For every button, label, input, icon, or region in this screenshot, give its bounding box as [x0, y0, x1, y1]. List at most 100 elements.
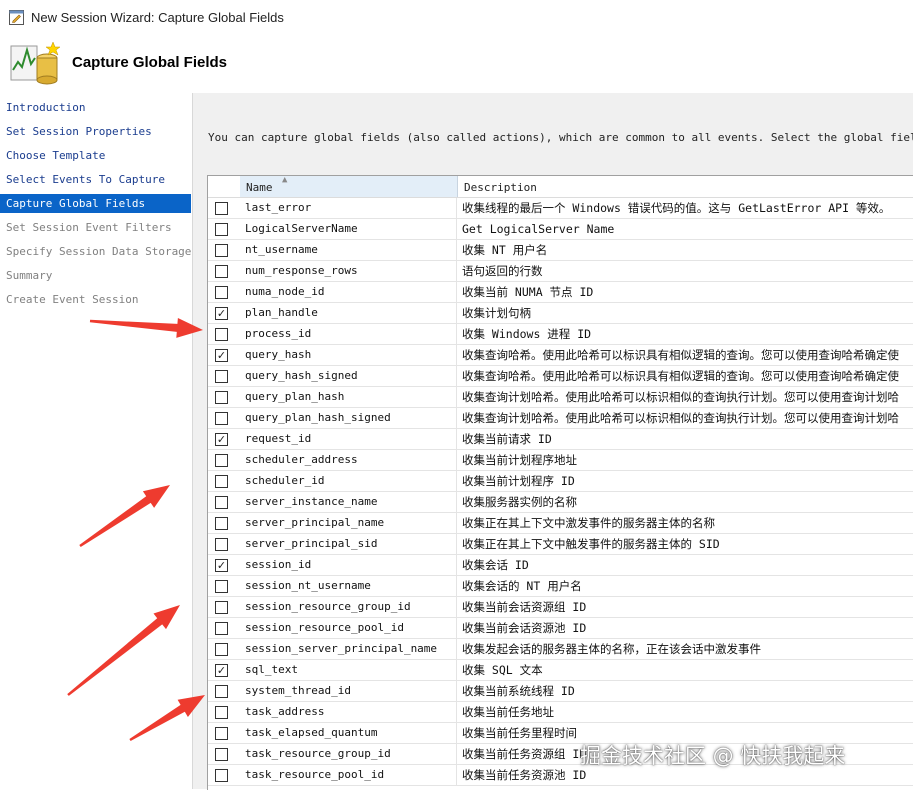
field-description-cell: 收集服务器实例的名称	[462, 495, 577, 509]
page-heading: Capture Global Fields	[72, 54, 228, 71]
row-checkbox[interactable]	[215, 769, 228, 782]
field-description-cell: 收集当前计划程序 ID	[462, 474, 575, 488]
table-row[interactable]: session_server_principal_name 收集发起会话的服务器主…	[208, 639, 913, 660]
field-description-cell: 收集 NT 用户名	[462, 243, 548, 257]
field-name-cell: last_error	[240, 198, 457, 218]
row-checkbox[interactable]	[215, 580, 228, 593]
table-row[interactable]: ✓ sql_text 收集 SQL 文本	[208, 660, 913, 681]
nav-item-select-events-to-capture[interactable]: Select Events To Capture	[0, 170, 191, 189]
field-name-cell: task_resource_pool_id	[240, 765, 457, 785]
table-row[interactable]: scheduler_address 收集当前计划程序地址	[208, 450, 913, 471]
nav-item-specify-session-data-storage: Specify Session Data Storage	[6, 245, 192, 258]
nav-item-create-event-session: Create Event Session	[6, 293, 139, 306]
table-row[interactable]: session_nt_username 收集会话的 NT 用户名	[208, 576, 913, 597]
row-checkbox[interactable]	[215, 622, 228, 635]
field-description-cell: 语句返回的行数	[462, 264, 543, 278]
table-row[interactable]: query_plan_hash 收集查询计划哈希。使用此哈希可以标识相似的查询执行…	[208, 387, 913, 408]
row-checkbox[interactable]	[215, 454, 228, 467]
table-row[interactable]: task_address 收集当前任务地址	[208, 702, 913, 723]
table-row[interactable]: nt_username 收集 NT 用户名	[208, 240, 913, 261]
table-row[interactable]: session_resource_group_id 收集当前会话资源组 ID	[208, 597, 913, 618]
row-checkbox[interactable]: ✓	[215, 433, 228, 446]
table-row[interactable]: session_resource_pool_id 收集当前会话资源池 ID	[208, 618, 913, 639]
row-checkbox[interactable]	[215, 706, 228, 719]
table-row[interactable]: process_id 收集 Windows 进程 ID	[208, 324, 913, 345]
table-row[interactable]: ✓ plan_handle 收集计划句柄	[208, 303, 913, 324]
row-checkbox[interactable]	[215, 475, 228, 488]
table-row[interactable]: server_principal_name 收集正在其上下文中激发事件的服务器主体…	[208, 513, 913, 534]
table-row[interactable]: server_principal_sid 收集正在其上下文中触发事件的服务器主体的…	[208, 534, 913, 555]
field-name-cell: session_resource_pool_id	[240, 618, 457, 638]
nav-item-set-session-properties[interactable]: Set Session Properties	[0, 122, 191, 141]
field-description-cell: 收集查询计划哈希。使用此哈希可以标识相似的查询执行计划。您可以使用查询计划哈	[462, 411, 899, 425]
row-checkbox[interactable]: ✓	[215, 349, 228, 362]
field-name-cell: plan_handle	[240, 303, 457, 323]
table-row[interactable]: system_thread_id 收集当前系统线程 ID	[208, 681, 913, 702]
row-checkbox[interactable]: ✓	[215, 307, 228, 320]
table-row[interactable]: query_plan_hash_signed 收集查询计划哈希。使用此哈希可以标识…	[208, 408, 913, 429]
column-header-description-label: Description	[464, 181, 537, 194]
field-description-cell: 收集 SQL 文本	[462, 663, 543, 677]
window-title: New Session Wizard: Capture Global Field…	[31, 10, 284, 25]
grid-header: Name ▲ Description	[208, 176, 913, 198]
row-checkbox[interactable]	[215, 265, 228, 278]
field-description-cell: 收集当前请求 ID	[462, 432, 552, 446]
intro-text: You can capture global fields (also call…	[208, 131, 913, 144]
table-row[interactable]: query_hash_signed 收集查询哈希。使用此哈希可以标识具有相似逻辑的…	[208, 366, 913, 387]
table-row[interactable]: last_error 收集线程的最后一个 Windows 错误代码的值。这与 Ge…	[208, 198, 913, 219]
row-checkbox[interactable]	[215, 685, 228, 698]
field-description-cell: 收集当前会话资源组 ID	[462, 600, 587, 614]
row-checkbox[interactable]	[215, 412, 228, 425]
row-checkbox[interactable]	[215, 244, 228, 257]
nav-item-introduction[interactable]: Introduction	[0, 98, 191, 117]
column-header-description[interactable]: Description	[458, 176, 913, 197]
row-checkbox[interactable]	[215, 223, 228, 236]
row-checkbox[interactable]	[215, 496, 228, 509]
wizard-step-nav: Introduction Set Session Properties Choose…	[0, 93, 193, 789]
field-name-cell: session_id	[240, 555, 457, 575]
global-fields-grid[interactable]: Name ▲ Description last_error 收集线程的最后一个 W…	[207, 175, 913, 790]
field-name-cell: query_hash_signed	[240, 366, 457, 386]
row-checkbox[interactable]	[215, 643, 228, 656]
column-header-name[interactable]: Name ▲	[240, 176, 458, 197]
row-checkbox[interactable]	[215, 748, 228, 761]
table-row[interactable]: scheduler_id 收集当前计划程序 ID	[208, 471, 913, 492]
row-checkbox[interactable]: ✓	[215, 559, 228, 572]
field-name-cell: scheduler_id	[240, 471, 457, 491]
row-checkbox[interactable]	[215, 517, 228, 530]
row-checkbox[interactable]	[215, 370, 228, 383]
field-name-cell: server_instance_name	[240, 492, 457, 512]
field-name-cell: query_plan_hash_signed	[240, 408, 457, 428]
table-row[interactable]: LogicalServerName Get LogicalServer Name	[208, 219, 913, 240]
table-row[interactable]: numa_node_id 收集当前 NUMA 节点 ID	[208, 282, 913, 303]
nav-item-choose-template[interactable]: Choose Template	[0, 146, 191, 165]
nav-item-capture-global-fields[interactable]: Capture Global Fields	[0, 194, 191, 213]
field-name-cell: LogicalServerName	[240, 219, 457, 239]
field-name-cell: request_id	[240, 429, 457, 449]
field-description-cell: 收集当前 NUMA 节点 ID	[462, 285, 594, 299]
row-checkbox[interactable]: ✓	[215, 664, 228, 677]
sort-ascending-icon: ▲	[282, 175, 288, 185]
field-description-cell: 收集计划句柄	[462, 306, 531, 320]
row-checkbox[interactable]	[215, 328, 228, 341]
column-header-name-label: Name	[246, 181, 273, 194]
wizard-header: Capture Global Fields	[0, 34, 913, 92]
row-checkbox[interactable]	[215, 727, 228, 740]
field-description-cell: 收集查询计划哈希。使用此哈希可以标识相似的查询执行计划。您可以使用查询计划哈	[462, 390, 899, 404]
table-row[interactable]: server_instance_name 收集服务器实例的名称	[208, 492, 913, 513]
field-name-cell: session_nt_username	[240, 576, 457, 596]
field-name-cell: scheduler_address	[240, 450, 457, 470]
row-checkbox[interactable]	[215, 601, 228, 614]
field-description-cell: 收集查询哈希。使用此哈希可以标识具有相似逻辑的查询。您可以使用查询哈希确定使	[462, 348, 899, 362]
row-checkbox[interactable]	[215, 538, 228, 551]
table-row[interactable]: ✓ request_id 收集当前请求 ID	[208, 429, 913, 450]
table-row[interactable]: ✓ session_id 收集会话 ID	[208, 555, 913, 576]
field-description-cell: 收集当前会话资源池 ID	[462, 621, 587, 635]
table-row[interactable]: num_response_rows 语句返回的行数	[208, 261, 913, 282]
wizard-app-icon	[9, 10, 24, 25]
row-checkbox[interactable]	[215, 286, 228, 299]
table-row[interactable]: ✓ query_hash 收集查询哈希。使用此哈希可以标识具有相似逻辑的查询。您可以…	[208, 345, 913, 366]
row-checkbox[interactable]	[215, 202, 228, 215]
row-checkbox[interactable]	[215, 391, 228, 404]
field-name-cell: task_elapsed_quantum	[240, 723, 457, 743]
